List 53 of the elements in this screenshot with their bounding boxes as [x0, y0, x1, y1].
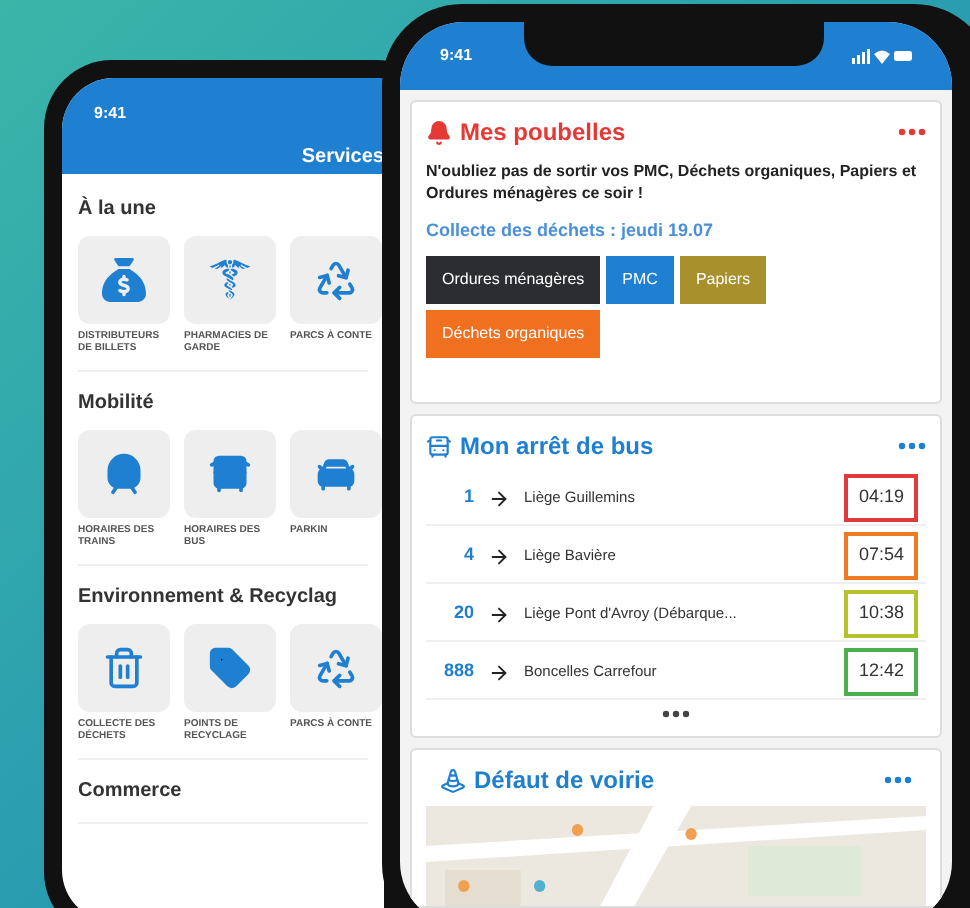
waste-tag: Papiers [679, 255, 767, 303]
departure-time: 10:38 [844, 590, 918, 638]
arrow-icon [488, 487, 510, 509]
service-tile[interactable] [184, 236, 276, 324]
traffic-cone-icon [440, 767, 466, 793]
bus-icon [208, 452, 252, 496]
section-heading: Commerce [78, 778, 184, 806]
section-heading: Mobilité [78, 390, 156, 418]
service-tile[interactable] [290, 430, 382, 518]
status-time: 9:41 [440, 44, 473, 68]
train-icon [102, 452, 146, 496]
waste-tag: Déchets organiques [426, 309, 601, 357]
arrow-icon [488, 661, 510, 683]
more-icon[interactable] [662, 710, 690, 718]
line-number: 4 [461, 542, 474, 569]
money-bag-icon [102, 258, 146, 302]
departure-time: 12:42 [844, 648, 918, 696]
waste-tag: PMC [606, 255, 674, 303]
reminder-text: N'oubliez pas de sortir vos PMC, Déchets organiques, Papiers et Ordures ménagères ce soir ! [426, 160, 919, 204]
trash-icon [102, 646, 146, 690]
waste-tag: Ordures ménagères [426, 255, 601, 303]
service-tile[interactable] [184, 430, 276, 518]
departure-time: 07:54 [844, 532, 918, 580]
arrow-icon [488, 603, 510, 625]
card-title: Mon arrêt de bus [460, 430, 654, 464]
more-icon[interactable] [898, 442, 926, 450]
departure-time: 04:19 [844, 474, 918, 522]
bus-icon [426, 433, 452, 459]
service-tile[interactable] [78, 236, 170, 324]
section-heading: À la une [78, 194, 158, 224]
arrow-icon [488, 545, 510, 567]
caduceus-icon [208, 258, 252, 302]
service-tile[interactable] [184, 624, 276, 712]
more-icon[interactable] [898, 128, 926, 136]
tag-icon [208, 646, 252, 690]
more-icon[interactable] [884, 776, 912, 784]
service-tile[interactable] [78, 624, 170, 712]
service-tile[interactable] [78, 430, 170, 518]
card-title: Défaut de voirie [474, 764, 655, 798]
recycle-icon [314, 646, 358, 690]
collection-date: Collecte des déchets : jeudi 19.07 [426, 218, 716, 244]
card-title: Mes poubelles [460, 116, 626, 150]
line-number: 888 [441, 658, 474, 685]
service-tile[interactable] [290, 624, 382, 712]
recycle-icon [314, 258, 358, 302]
line-number: 20 [451, 600, 474, 627]
section-heading: Environnement & Recyclag [78, 584, 339, 612]
bell-icon [426, 119, 452, 145]
status-time: 9:41 [94, 102, 129, 126]
service-tile[interactable] [290, 236, 382, 324]
screen-title: Services [301, 144, 384, 172]
line-number: 1 [461, 484, 474, 511]
status-icons [852, 48, 912, 64]
